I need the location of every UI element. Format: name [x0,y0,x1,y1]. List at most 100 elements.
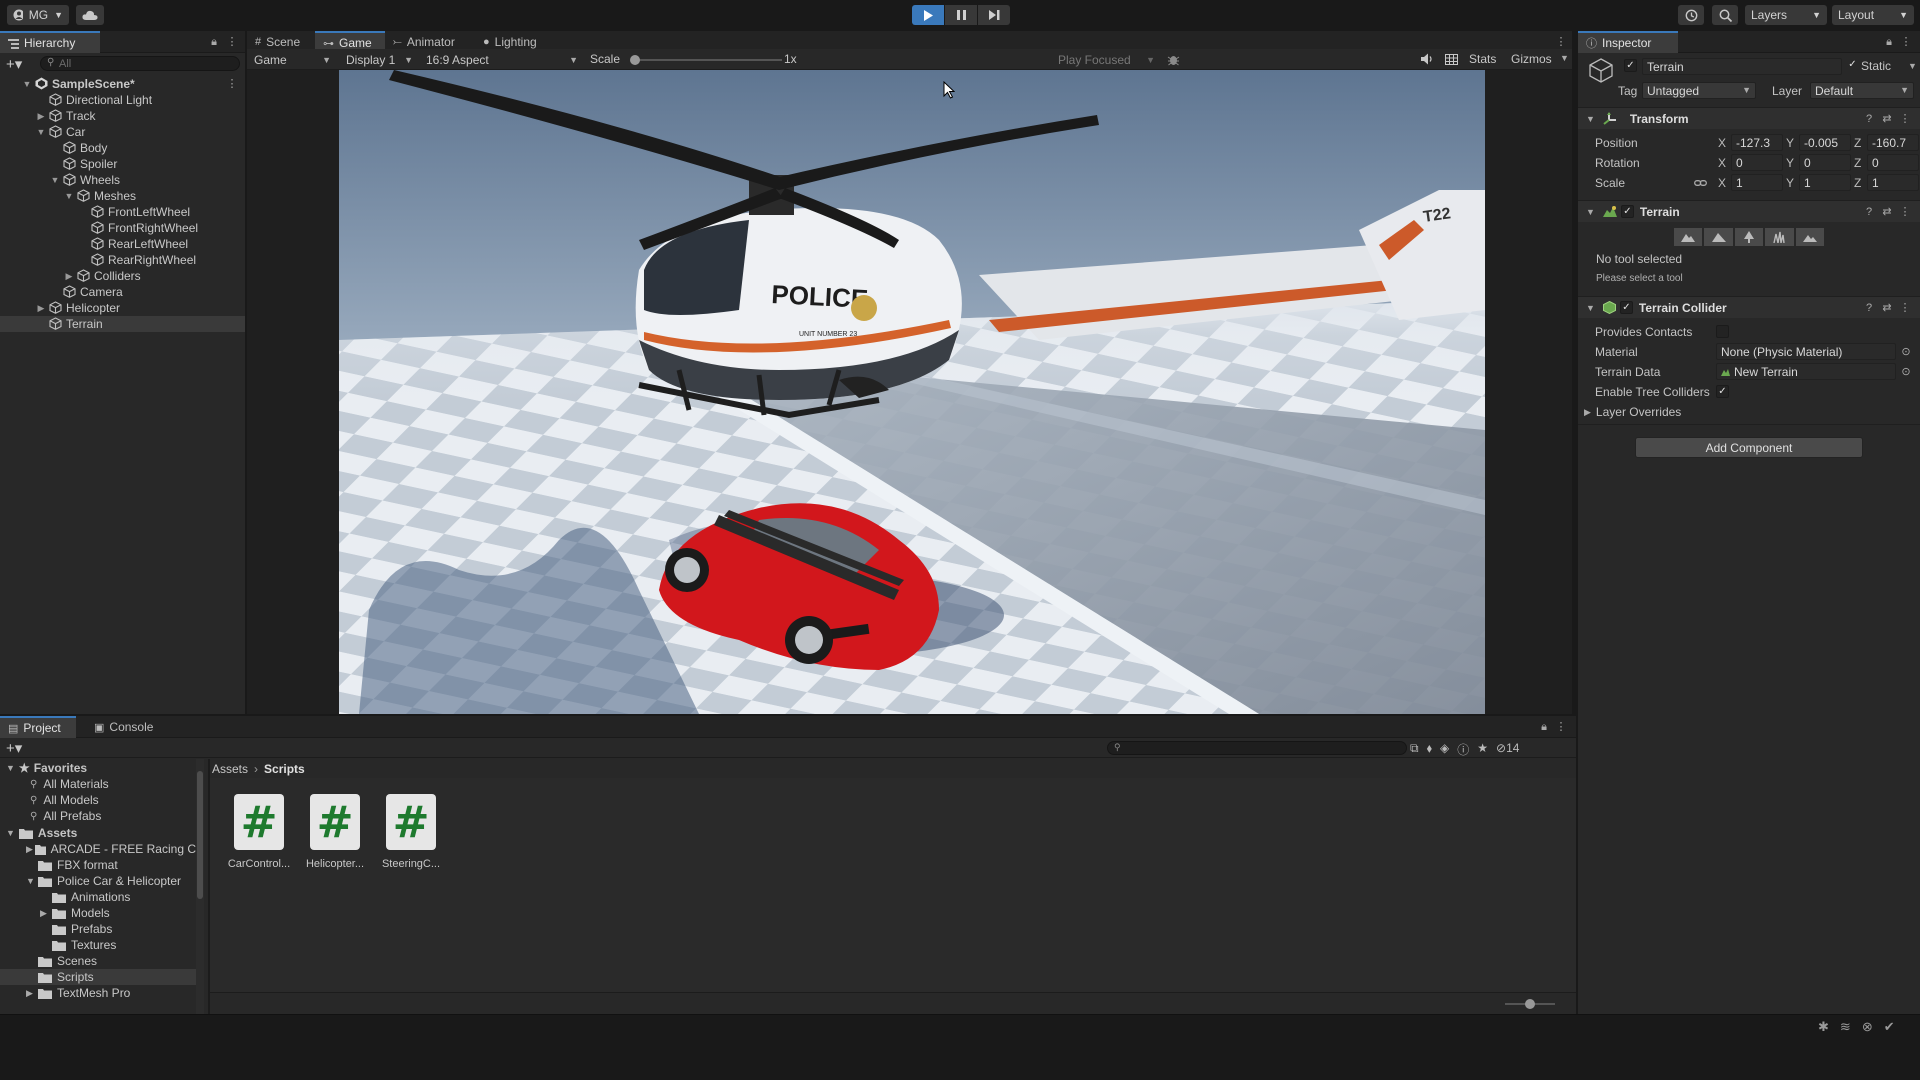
more-vertical-icon[interactable]: ⋮ [1899,302,1911,314]
lock-icon[interactable]: 🔒︎ [1883,36,1895,48]
game-viewport[interactable]: T22 POLICE UNIT NUMBER 23 [339,70,1485,714]
foldout-closed-icon[interactable]: ▶ [36,303,46,314]
icon-size-slider[interactable] [1505,999,1555,1009]
tag-icon[interactable]: ◈ [1440,741,1449,758]
terrain-tool-details-button[interactable] [1765,228,1794,246]
asset-folder-item[interactable]: Animations [0,889,196,905]
hierarchy-item[interactable]: ▼ Meshes [0,188,245,204]
terrain-collider-header[interactable]: ▼ ✓ Terrain Collider ? ⇄ ⋮ [1578,296,1920,318]
asset-folder-item[interactable]: Scenes [0,953,196,969]
more-vertical-icon[interactable]: ⋮ [226,78,238,90]
asset-folder-item[interactable]: Prefabs [0,921,196,937]
active-checkbox[interactable]: ✓ [1624,59,1637,72]
layers-icon[interactable]: ≋ [1840,1019,1851,1035]
foldout-closed-icon[interactable]: ▶ [40,908,52,919]
more-vertical-icon[interactable]: ⋮ [226,36,238,48]
foldout-closed-icon[interactable]: ▶ [26,988,38,999]
terrain-tool-create-neighbor-button[interactable] [1674,228,1703,246]
terrain-tool-paint-button[interactable] [1704,228,1733,246]
filter-label-icon[interactable]: ⬧ [1427,741,1432,758]
tree-scrollbar[interactable] [196,759,204,1014]
preset-icon[interactable]: ⇄ [1881,113,1893,125]
hierarchy-item[interactable]: Camera [0,284,245,300]
tab-project[interactable]: ▤ Project [0,716,76,738]
play-mode-dropdown[interactable]: Play Focused ▼ [1054,51,1159,68]
object-picker-icon[interactable]: ⊙ [1900,366,1912,378]
foldout-closed-icon[interactable]: ▶ [64,271,74,282]
tab-inspector[interactable]: ⓘ Inspector [1578,31,1678,53]
provides-contacts-checkbox[interactable] [1716,325,1729,338]
scale-slider-thumb[interactable] [630,55,640,65]
hierarchy-item[interactable]: ▼ Wheels [0,172,245,188]
script-asset-tile[interactable]: # CarControl... [224,794,294,870]
foldout-closed-icon[interactable]: ▶ [36,111,46,122]
position-z-field[interactable]: -160.7 [1867,134,1919,151]
breadcrumb-scripts[interactable]: Scripts [264,762,305,776]
audio-icon[interactable] [1420,53,1434,65]
asset-folder-item[interactable]: FBX format [0,857,196,873]
terrain-tool-settings-button[interactable] [1795,228,1825,246]
more-vertical-icon[interactable]: ⋮ [1899,206,1911,218]
breadcrumb-assets[interactable]: Assets [212,762,248,776]
stats-button[interactable]: Stats [1469,52,1496,66]
hidden-packages-icon[interactable]: ⊘14 [1496,741,1519,758]
hierarchy-item[interactable]: Directional Light [0,92,245,108]
hierarchy-item[interactable]: RearRightWheel [0,252,245,268]
hierarchy-item[interactable]: Spoiler [0,156,245,172]
object-picker-icon[interactable]: ⊙ [1900,346,1912,358]
favorite-item[interactable]: ⚲ All Prefabs [30,808,101,824]
more-vertical-icon[interactable]: ⋮ [1899,113,1911,125]
hierarchy-item[interactable]: ▼ Car [0,124,245,140]
help-icon[interactable]: ? [1863,113,1875,125]
terrain-enabled-checkbox[interactable]: ✓ [1620,205,1634,218]
scale-z-field[interactable]: 1 [1867,174,1919,191]
bug-icon[interactable]: ✱ [1818,1019,1829,1035]
chevron-down-icon[interactable]: ▼ [1908,61,1917,71]
position-y-field[interactable]: -0.005 [1799,134,1851,151]
bug-icon[interactable] [1167,53,1180,66]
layer-overrides-foldout[interactable]: ▶ Layer Overrides [1584,404,1681,420]
rotation-z-field[interactable]: 0 [1867,154,1919,171]
play-button[interactable] [912,5,944,25]
preset-icon[interactable]: ⇄ [1881,206,1893,218]
script-asset-tile[interactable]: # Helicopter... [300,794,370,870]
collider-enabled-checkbox[interactable]: ✓ [1619,301,1633,314]
scale-x-field[interactable]: 1 [1731,174,1783,191]
debug-off-icon[interactable]: ⊗ [1862,1019,1873,1035]
transform-header[interactable]: ▼ Transform ? ⇄ ⋮ [1578,107,1920,129]
step-button[interactable] [978,5,1010,25]
asset-folder-item[interactable]: ▼ Police Car & Helicopter [0,873,196,889]
hierarchy-item[interactable]: ▶ Helicopter [0,300,245,316]
terrain-tool-trees-button[interactable] [1734,228,1764,246]
hierarchy-item[interactable]: ▼ SampleScene* ⋮ [0,76,245,92]
rotation-x-field[interactable]: 0 [1731,154,1783,171]
search-button[interactable] [1712,5,1738,25]
add-icon[interactable]: +▾ [6,55,22,73]
terrain-header[interactable]: ▼ ✓ Terrain ? ⇄ ⋮ [1578,200,1920,222]
lock-icon[interactable]: 🔒︎ [1538,721,1550,733]
layers-dropdown[interactable]: Layers ▼ [1745,5,1827,25]
material-field[interactable]: None (Physic Material) [1716,343,1896,360]
more-vertical-icon[interactable]: ⋮ [1555,36,1567,48]
project-search-input[interactable]: ⚲ [1107,741,1407,755]
asset-folder-item[interactable]: Textures [0,937,196,953]
help-icon[interactable]: ? [1863,302,1875,314]
icon-size-slider-thumb[interactable] [1525,999,1535,1009]
favorite-item[interactable]: ⚲ All Models [30,792,99,808]
foldout-open-icon[interactable]: ▼ [50,175,60,185]
position-x-field[interactable]: -127.3 [1731,134,1783,151]
foldout-open-icon[interactable]: ▼ [26,876,38,886]
filter-type-icon[interactable]: ⧉ [1410,741,1419,758]
tag-dropdown[interactable]: Untagged ▼ [1642,82,1756,99]
hierarchy-item[interactable]: ▶ Colliders [0,268,245,284]
object-name-field[interactable]: Terrain [1642,58,1842,75]
hierarchy-search-input[interactable]: ⚲ All [40,56,240,71]
check-circle-icon[interactable]: ✔ [1884,1019,1895,1035]
tree-scrollbar-thumb[interactable] [197,771,203,899]
hierarchy-item[interactable]: ▶ Track [0,108,245,124]
account-dropdown[interactable]: MG ▼ [7,5,69,25]
static-checkbox[interactable]: ✓ [1846,59,1859,72]
asset-folder-item[interactable]: ▶ TextMesh Pro [0,985,196,1001]
more-vertical-icon[interactable]: ⋮ [1555,721,1567,733]
gizmos-button[interactable]: Gizmos [1511,52,1552,66]
